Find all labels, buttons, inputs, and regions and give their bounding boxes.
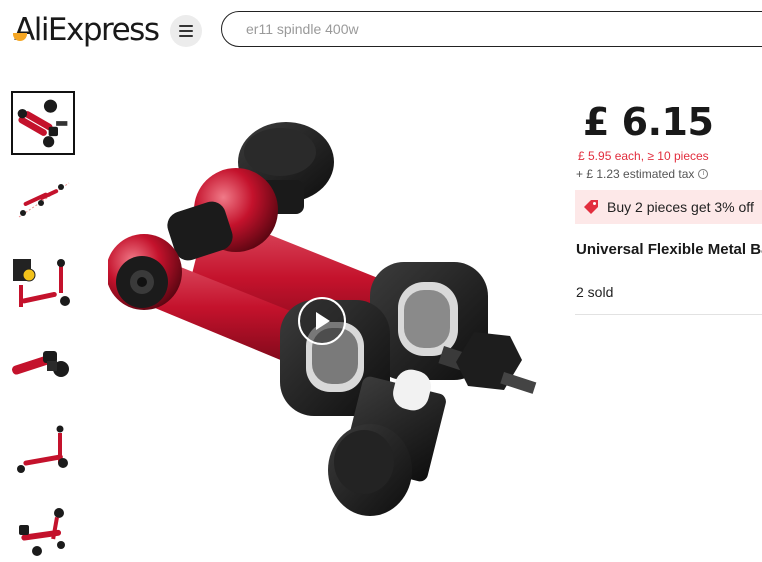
tag-icon <box>584 200 598 214</box>
play-video-button[interactable] <box>298 297 346 345</box>
thumbnail-4[interactable] <box>11 337 75 401</box>
menu-button[interactable] <box>170 15 202 47</box>
info-icon[interactable]: i <box>698 169 709 179</box>
product-thumbnail-image <box>17 99 68 148</box>
search-bar[interactable] <box>221 11 762 47</box>
thumbnail-gallery <box>11 91 77 562</box>
product-thumbnail-image <box>13 259 70 307</box>
search-input[interactable] <box>222 12 762 46</box>
thumbnail-6[interactable] <box>11 501 75 562</box>
logo-text: AliExpress <box>14 12 160 48</box>
thumbnail-5[interactable] <box>11 419 75 483</box>
product-price: £ 6.15 <box>583 100 714 144</box>
sold-count: 2 sold <box>576 284 614 300</box>
divider <box>575 314 762 315</box>
product-thumbnail-image <box>12 351 69 377</box>
estimated-tax-text: + £ 1.23 estimated tax <box>576 167 695 181</box>
product-thumbnail-image <box>18 182 70 218</box>
promo-text: Buy 2 pieces get 3% off <box>607 199 754 215</box>
thumbnail-1[interactable] <box>11 91 75 155</box>
thumbnail-2[interactable] <box>11 173 75 237</box>
play-icon <box>316 312 330 330</box>
aliexpress-logo[interactable]: AliExpress <box>13 12 160 48</box>
product-title: Universal Flexible Metal Base Holder <box>576 241 762 258</box>
bulk-price: £ 5.95 each, ≥ 10 pieces <box>578 149 709 163</box>
thumbnail-3[interactable] <box>11 255 75 319</box>
promo-banner[interactable]: Buy 2 pieces get 3% off <box>575 190 762 224</box>
estimated-tax: + £ 1.23 estimated tax i <box>576 167 709 181</box>
product-thumbnail-image <box>19 508 65 556</box>
product-thumbnail-image <box>17 425 68 473</box>
hamburger-icon <box>179 25 193 37</box>
